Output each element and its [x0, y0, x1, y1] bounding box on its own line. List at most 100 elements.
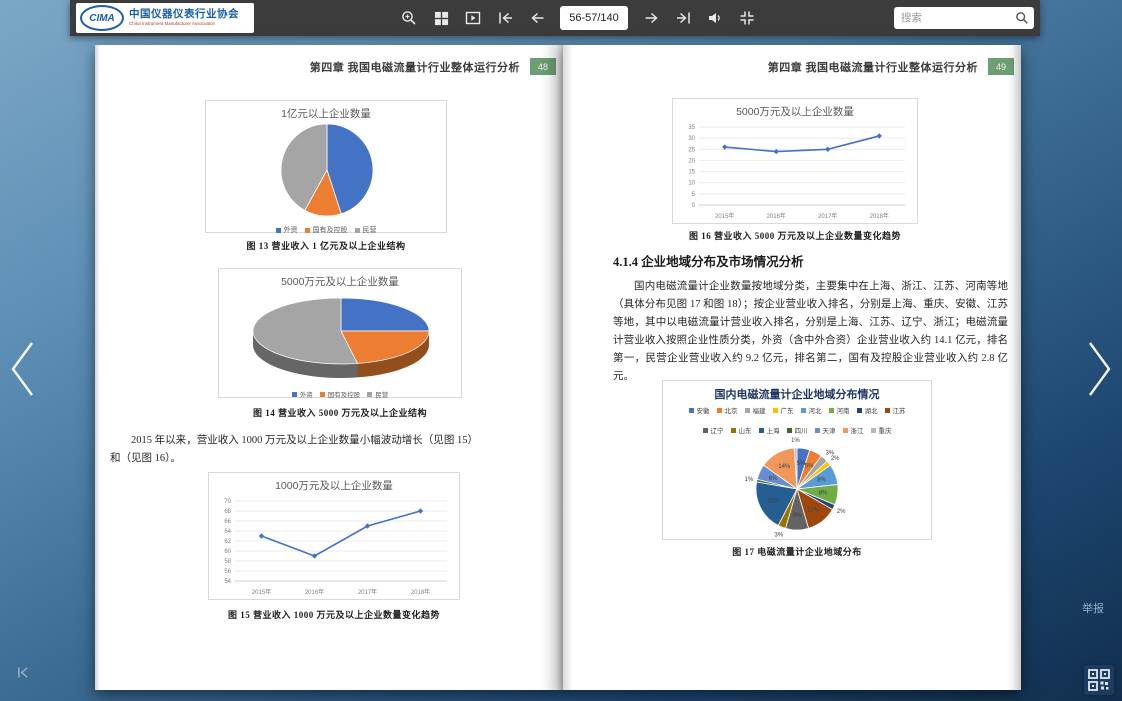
first-page-icon[interactable] [496, 9, 514, 27]
legend-swatch-icon [871, 428, 876, 433]
svg-text:64: 64 [224, 529, 231, 535]
svg-text:8%: 8% [819, 491, 828, 497]
fig13-pie-chart: 1亿元以上企业数量 外资国有及控股民营 [205, 100, 447, 233]
legend-item: 浙江 [843, 425, 864, 435]
svg-text:6%: 6% [769, 476, 778, 482]
svg-text:9%: 9% [793, 513, 802, 519]
svg-text:2016年: 2016年 [767, 212, 786, 220]
sound-icon[interactable] [706, 9, 724, 27]
org-name-cn: 中国仪器仪表行业协会 [129, 10, 239, 21]
search-box [894, 7, 1034, 29]
next-page-icon[interactable] [642, 9, 660, 27]
svg-text:15: 15 [688, 170, 695, 176]
first-page-corner-icon[interactable] [16, 665, 31, 685]
svg-text:58: 58 [224, 559, 231, 565]
fig17-caption: 图 17 电磁流量计企业地域分布 [662, 545, 932, 558]
svg-text:20: 20 [688, 158, 695, 164]
page-number-badge: 49 [988, 58, 1014, 75]
svg-text:2%: 2% [837, 509, 846, 515]
last-page-icon[interactable] [674, 9, 692, 27]
legend-item: 重庆 [871, 425, 892, 435]
svg-text:1%: 1% [745, 477, 754, 483]
report-link[interactable]: 举报 [1082, 600, 1104, 616]
fig14-caption: 图 14 营业收入 5000 万元及以上企业结构 [218, 406, 462, 419]
fig14-pie [219, 289, 463, 383]
svg-text:3%: 3% [774, 533, 783, 539]
thumbnails-icon[interactable] [432, 9, 450, 27]
svg-text:5: 5 [692, 192, 696, 198]
org-logo: CIMA 中国仪器仪表行业协会 China Instrument Manufac… [76, 3, 254, 33]
svg-text:2015年: 2015年 [715, 212, 734, 220]
left-paragraph: 2015 年以来，营业收入 1000 万元及以上企业数量小幅波动增长（见图 15… [110, 432, 478, 468]
search-input[interactable] [894, 7, 1034, 29]
legend-swatch-icon [276, 228, 281, 233]
legend-swatch-icon [815, 428, 820, 433]
qr-code-button[interactable] [1084, 665, 1114, 695]
fig15-plot: 5456586062646668702015年2016年2017年2018年 [209, 493, 459, 599]
chapter-title: 第四章 我国电磁流量计行业整体运行分析 [310, 59, 520, 75]
next-spread-chevron[interactable] [1084, 340, 1114, 403]
fig13-title: 1亿元以上企业数量 [206, 106, 446, 121]
legend-item: 外资 [292, 389, 313, 399]
legend-item: 安徽 [689, 405, 710, 415]
fig16-caption: 图 16 营业收入 5000 万元及以上企业数量变化趋势 [672, 229, 918, 242]
fig13-legend: 外资国有及控股民营 [206, 224, 446, 235]
fig15-caption: 图 15 营业收入 1000 万元及以上企业数量变化趋势 [208, 608, 460, 621]
zoom-in-icon[interactable] [400, 9, 418, 27]
legend-swatch-icon [292, 392, 297, 397]
svg-text:60: 60 [224, 549, 231, 555]
fig17-pie: 5%5%3%2%8%8%2%12%9%3%20%1%6%14%1% [663, 435, 931, 543]
svg-text:2018年: 2018年 [411, 588, 430, 596]
fig14-legend: 外资国有及控股民营 [219, 388, 461, 399]
legend-swatch-icon [717, 408, 722, 413]
right-paragraph: 国内电磁流量计企业数量按地域分类，主要集中在上海、浙江、江苏、河南等地（具体分布… [613, 278, 1008, 386]
legend-swatch-icon [801, 408, 806, 413]
legend-swatch-icon [689, 408, 694, 413]
qr-code-icon [1088, 669, 1110, 691]
svg-text:30: 30 [688, 136, 695, 142]
svg-text:2017年: 2017年 [358, 588, 377, 596]
page-indicator-input[interactable] [560, 6, 628, 30]
svg-text:62: 62 [224, 539, 231, 545]
svg-text:66: 66 [224, 519, 231, 525]
legend-swatch-icon [745, 408, 750, 413]
legend-item: 国有及控股 [305, 225, 348, 235]
viewer-stage: CIMA 中国仪器仪表行业协会 China Instrument Manufac… [0, 0, 1122, 701]
legend-item: 江苏 [885, 405, 906, 415]
slideshow-icon[interactable] [464, 9, 482, 27]
prev-spread-chevron[interactable] [8, 340, 38, 403]
fig17-pie-chart: 国内电磁流量计企业地域分布情况 安徽北京福建广东河北河南湖北江苏辽宁山东上海四川… [662, 380, 932, 540]
page-left-header: 第四章 我国电磁流量计行业整体运行分析 48 [310, 58, 556, 75]
svg-text:56: 56 [224, 569, 231, 575]
svg-text:2017年: 2017年 [818, 212, 837, 220]
page-right-header: 第四章 我国电磁流量计行业整体运行分析 49 [768, 58, 1014, 75]
org-name-en: China Instrument Manufacturer Associatio… [129, 22, 239, 27]
fig16-plot: 051015202530352015年2016年2017年2018年 [673, 119, 917, 223]
legend-swatch-icon [305, 228, 310, 233]
svg-text:0: 0 [692, 203, 696, 209]
legend-item: 广东 [773, 405, 794, 415]
legend-swatch-icon [355, 228, 360, 233]
legend-item: 湖北 [857, 405, 878, 415]
legend-swatch-icon [787, 428, 792, 433]
legend-item: 河南 [829, 405, 850, 415]
fig17-legend: 安徽北京福建广东河北河南湖北江苏辽宁山东上海四川天津浙江重庆 [663, 404, 931, 435]
legend-item: 北京 [717, 405, 738, 415]
svg-text:25: 25 [688, 147, 695, 153]
fig13-caption: 图 13 营业收入 1 亿元及以上企业结构 [205, 239, 447, 252]
legend-item: 天津 [815, 425, 836, 435]
fullscreen-icon[interactable] [738, 9, 756, 27]
toolbar-tools [400, 0, 756, 36]
svg-text:70: 70 [224, 499, 231, 505]
legend-swatch-icon [320, 392, 325, 397]
fig15-line-chart: 1000万元及以上企业数量 5456586062646668702015年201… [208, 472, 460, 600]
fig14-title: 5000万元及以上企业数量 [219, 274, 461, 289]
svg-text:5%: 5% [805, 464, 814, 470]
svg-text:12%: 12% [807, 508, 820, 514]
svg-text:2016年: 2016年 [305, 588, 324, 596]
legend-item: 辽宁 [703, 425, 724, 435]
page-right: 第四章 我国电磁流量计行业整体运行分析 49 5000万元及以上企业数量 051… [563, 45, 1021, 690]
fig15-title: 1000万元及以上企业数量 [209, 478, 459, 493]
prev-page-icon[interactable] [528, 9, 546, 27]
legend-swatch-icon [759, 428, 764, 433]
